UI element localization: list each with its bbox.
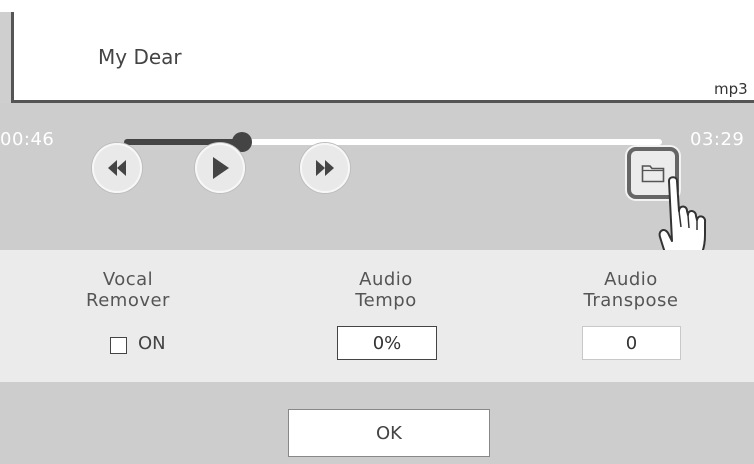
rewind-icon xyxy=(108,160,126,176)
footer-panel: OK xyxy=(0,382,754,464)
current-time: 00:46 xyxy=(0,129,55,150)
audio-tempo-label: Audio Tempo xyxy=(355,269,417,311)
song-display: My Dear mp3 xyxy=(11,12,754,103)
progress-slider[interactable] xyxy=(124,132,662,152)
fast-forward-icon xyxy=(316,160,334,176)
player-panel: 00:46 03:29 xyxy=(0,103,754,272)
settings-panel: Vocal Remover ON Audio Tempo 0% Audio Tr… xyxy=(0,250,754,382)
total-time: 03:29 xyxy=(690,129,745,150)
ok-button[interactable]: OK xyxy=(288,409,490,457)
song-format: mp3 xyxy=(714,80,748,98)
audio-tempo-field[interactable]: 0% xyxy=(337,326,437,360)
rewind-button[interactable] xyxy=(92,143,142,193)
play-button[interactable] xyxy=(195,143,245,193)
vocal-remover-on-label[interactable]: ON xyxy=(138,333,166,354)
vocal-remover-checkbox[interactable] xyxy=(110,337,127,354)
fast-forward-button[interactable] xyxy=(300,143,350,193)
play-icon xyxy=(213,157,229,179)
vocal-remover-label: Vocal Remover xyxy=(86,269,170,311)
top-bar xyxy=(0,0,754,12)
audio-transpose-field[interactable]: 0 xyxy=(582,326,681,360)
song-name: My Dear xyxy=(98,45,182,69)
audio-transpose-label: Audio Transpose xyxy=(583,269,679,311)
